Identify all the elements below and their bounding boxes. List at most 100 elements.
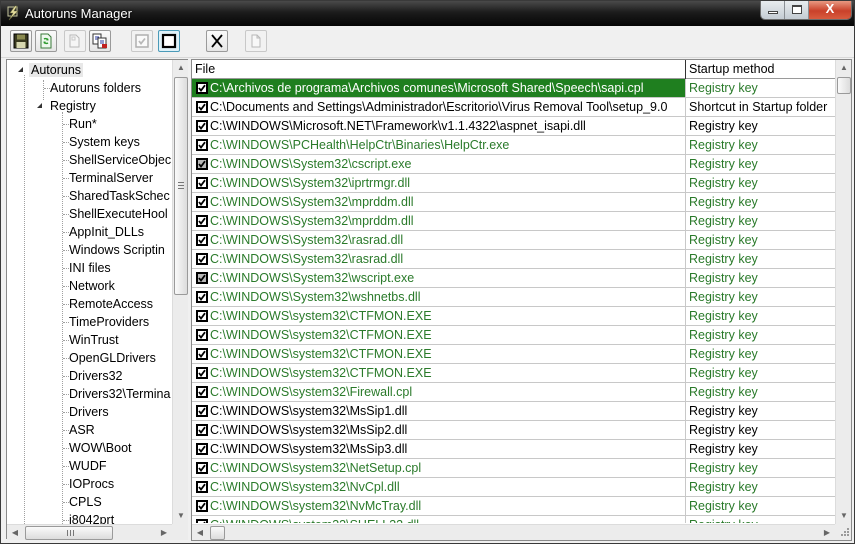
tree-item-registry-child[interactable]: Drivers32\Termina xyxy=(67,385,172,403)
title-bar[interactable]: Autoruns Manager X xyxy=(1,1,854,26)
tree-item-registry[interactable]: Registry xyxy=(48,97,98,115)
enable-checkbox[interactable] xyxy=(196,177,208,189)
tree-item-registry-child[interactable]: ShellExecuteHool xyxy=(67,205,170,223)
table-row[interactable]: C:\WINDOWS\system32\SHELL32.dllRegistry … xyxy=(192,516,835,523)
scroll-thumb[interactable] xyxy=(25,526,113,540)
enable-checkbox[interactable] xyxy=(196,158,208,170)
table-row[interactable]: C:\WINDOWS\System32\iprtrmgr.dll Registry… xyxy=(192,174,835,193)
properties-button[interactable] xyxy=(245,30,267,52)
open-button[interactable] xyxy=(64,30,86,52)
tree-item-registry-child[interactable]: ASR xyxy=(67,421,97,439)
table-row[interactable]: C:\WINDOWS\system32\CTFMON.EXE Registry k… xyxy=(192,364,835,383)
tree-item-registry-child[interactable]: OpenGLDrivers xyxy=(67,349,158,367)
enable-checkbox[interactable] xyxy=(196,120,208,132)
table-row[interactable]: C:\WINDOWS\system32\CTFMON.EXE Registry k… xyxy=(192,326,835,345)
table-row[interactable]: C:\WINDOWS\system32\NvMcTray.dll Registry… xyxy=(192,497,835,516)
table-row[interactable]: C:\WINDOWS\system32\NvCpl.dll Registry ke… xyxy=(192,478,835,497)
tree-item-registry-child[interactable]: Windows Scriptin xyxy=(67,241,167,259)
enable-checkbox[interactable] xyxy=(196,139,208,151)
enable-checkbox[interactable] xyxy=(196,215,208,227)
expand-arrow-icon[interactable] xyxy=(18,67,23,72)
check-all-button[interactable] xyxy=(131,30,153,52)
enable-checkbox[interactable] xyxy=(196,462,208,474)
tree-item-registry-child[interactable]: i8042prt xyxy=(67,511,116,524)
table-row[interactable]: C:\WINDOWS\System32\cscript.exe Registry … xyxy=(192,155,835,174)
scroll-left-arrow-icon[interactable]: ◀ xyxy=(192,525,208,541)
enable-checkbox[interactable] xyxy=(196,386,208,398)
tree-item-registry-child[interactable]: IOProcs xyxy=(67,475,116,493)
tree-item-registry-child[interactable]: Drivers32 xyxy=(67,367,125,385)
enable-checkbox[interactable] xyxy=(196,424,208,436)
scroll-left-arrow-icon[interactable]: ◀ xyxy=(7,525,23,541)
copy-button[interactable] xyxy=(89,30,111,52)
tree-horizontal-scrollbar[interactable]: ◀ ▶ xyxy=(7,524,172,540)
table-row[interactable]: C:\WINDOWS\System32\wscript.exe Registry … xyxy=(192,269,835,288)
scroll-down-arrow-icon[interactable]: ▼ xyxy=(836,508,852,524)
tree-item-registry-child[interactable]: RemoteAccess xyxy=(67,295,155,313)
expand-arrow-icon[interactable] xyxy=(37,103,42,108)
tree-item-registry-child[interactable]: INI files xyxy=(67,259,113,277)
tree-item-registry-child[interactable]: Drivers xyxy=(67,403,111,421)
save-button[interactable] xyxy=(10,30,32,52)
tree-item-registry-child[interactable]: TimeProviders xyxy=(67,313,151,331)
enable-checkbox[interactable] xyxy=(196,348,208,360)
scroll-right-arrow-icon[interactable]: ▶ xyxy=(819,525,835,541)
scroll-down-arrow-icon[interactable]: ▼ xyxy=(173,508,189,524)
enable-checkbox[interactable] xyxy=(196,500,208,512)
minimize-button[interactable] xyxy=(761,1,785,19)
tree-item-registry-child[interactable]: AppInit_DLLs xyxy=(67,223,146,241)
tree-item-registry-child[interactable]: TerminalServer xyxy=(67,169,155,187)
refresh-button[interactable] xyxy=(35,30,57,52)
close-button[interactable]: X xyxy=(809,1,851,19)
table-row[interactable]: C:\WINDOWS\Microsoft.NET\Framework\v1.1.… xyxy=(192,117,835,136)
scroll-up-arrow-icon[interactable]: ▲ xyxy=(173,60,189,76)
enable-checkbox[interactable] xyxy=(196,82,208,94)
tree-item-registry-child[interactable]: Run* xyxy=(67,115,99,133)
table-row[interactable]: C:\WINDOWS\system32\CTFMON.EXE Registry k… xyxy=(192,307,835,326)
tree-item-registry-child[interactable]: WOW\Boot xyxy=(67,439,134,457)
size-grip[interactable] xyxy=(835,524,851,540)
table-row[interactable]: C:\WINDOWS\System32\mprddm.dll Registry k… xyxy=(192,193,835,212)
table-row[interactable]: C:\WINDOWS\System32\wshnetbs.dll Registry… xyxy=(192,288,835,307)
scroll-right-arrow-icon[interactable]: ▶ xyxy=(156,525,172,541)
tree-item-registry-child[interactable]: WinTrust xyxy=(67,331,121,349)
uncheck-all-button[interactable] xyxy=(158,30,180,52)
table-row[interactable]: C:\Documents and Settings\Administrador\… xyxy=(192,98,835,117)
table-row[interactable]: C:\WINDOWS\system32\MsSip1.dll Registry k… xyxy=(192,402,835,421)
delete-button[interactable] xyxy=(206,30,228,52)
enable-checkbox[interactable] xyxy=(196,253,208,265)
column-header-startup-method[interactable]: Startup method xyxy=(685,60,835,79)
table-row[interactable]: C:\Archivos de programa\Archivos comunes… xyxy=(192,79,835,98)
tree-item-registry-child[interactable]: ShellServiceObjec xyxy=(67,151,173,169)
scroll-thumb[interactable] xyxy=(174,77,188,295)
enable-checkbox[interactable] xyxy=(196,234,208,246)
table-row[interactable]: C:\WINDOWS\system32\MsSip3.dll Registry k… xyxy=(192,440,835,459)
scroll-thumb[interactable] xyxy=(837,77,851,94)
enable-checkbox[interactable] xyxy=(196,272,208,284)
enable-checkbox[interactable] xyxy=(196,329,208,341)
enable-checkbox[interactable] xyxy=(196,101,208,113)
enable-checkbox[interactable] xyxy=(196,405,208,417)
table-row[interactable]: C:\WINDOWS\system32\CTFMON.EXE Registry k… xyxy=(192,345,835,364)
table-row[interactable]: C:\WINDOWS\system32\MsSip2.dll Registry k… xyxy=(192,421,835,440)
tree-vertical-scrollbar[interactable]: ▲ ▼ xyxy=(172,60,188,524)
enable-checkbox[interactable] xyxy=(196,310,208,322)
enable-checkbox[interactable] xyxy=(196,367,208,379)
table-row[interactable]: C:\WINDOWS\System32\mprddm.dll Registry k… xyxy=(192,212,835,231)
enable-checkbox[interactable] xyxy=(196,443,208,455)
tree-item-registry-child[interactable]: CPLS xyxy=(67,493,104,511)
tree-item-registry-child[interactable]: WUDF xyxy=(67,457,109,475)
list-vertical-scrollbar[interactable]: ▲ ▼ xyxy=(835,60,851,524)
list-horizontal-scrollbar[interactable]: ◀ ▶ xyxy=(192,524,835,540)
tree-item-registry-child[interactable]: Network xyxy=(67,277,117,295)
table-row[interactable]: C:\WINDOWS\PCHealth\HelpCtr\Binaries\Hel… xyxy=(192,136,835,155)
scroll-thumb[interactable] xyxy=(210,526,225,540)
maximize-button[interactable] xyxy=(785,1,809,19)
enable-checkbox[interactable] xyxy=(196,196,208,208)
enable-checkbox[interactable] xyxy=(196,519,208,523)
tree-item-registry-child[interactable]: SharedTaskSchec xyxy=(67,187,172,205)
column-header-file[interactable]: File xyxy=(192,60,685,79)
table-row[interactable]: C:\WINDOWS\system32\Firewall.cpl Registry… xyxy=(192,383,835,402)
table-row[interactable]: C:\WINDOWS\System32\rasrad.dll Registry k… xyxy=(192,250,835,269)
table-row[interactable]: C:\WINDOWS\System32\rasrad.dll Registry k… xyxy=(192,231,835,250)
